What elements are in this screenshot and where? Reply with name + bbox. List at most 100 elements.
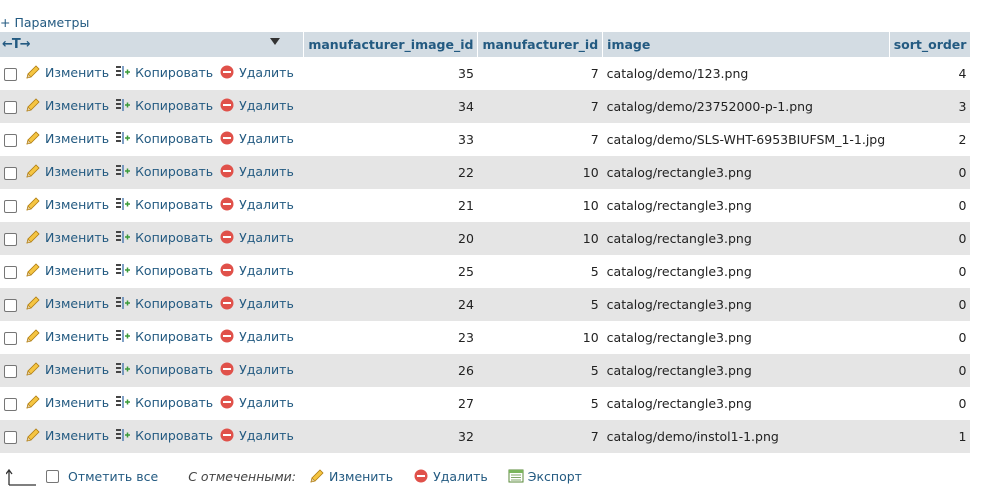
- row-checkbox[interactable]: [4, 167, 17, 180]
- edit-row-button[interactable]: Изменить: [25, 64, 109, 80]
- copy-row-button[interactable]: Копировать: [115, 97, 213, 113]
- copy-row-button[interactable]: Копировать: [115, 163, 213, 179]
- row-checkbox[interactable]: [4, 332, 17, 345]
- cell-manufacturer-id: 10: [477, 321, 603, 354]
- cell-image: catalog/demo/123.png: [602, 57, 890, 90]
- copy-label: Копировать: [135, 427, 214, 443]
- row-checkbox[interactable]: [4, 266, 17, 279]
- row-checkbox[interactable]: [4, 299, 17, 312]
- edit-row-button[interactable]: Изменить: [25, 97, 109, 113]
- delete-icon: [220, 164, 234, 178]
- copy-row-button[interactable]: Копировать: [115, 262, 213, 278]
- copy-row-button[interactable]: Копировать: [115, 130, 213, 146]
- pencil-icon: [26, 395, 40, 409]
- copy-row-button[interactable]: Копировать: [115, 295, 213, 311]
- cell-manufacturer-id: 5: [477, 387, 603, 420]
- edit-row-button[interactable]: Изменить: [25, 262, 109, 278]
- delete-row-button[interactable]: Удалить: [219, 196, 294, 212]
- row-checkbox[interactable]: [4, 134, 17, 147]
- copy-label: Копировать: [135, 163, 214, 179]
- row-checkbox-cell: [0, 321, 21, 354]
- row-checkbox[interactable]: [4, 200, 17, 213]
- row-checkbox[interactable]: [4, 365, 17, 378]
- cell-manufacturer-id: 10: [477, 222, 603, 255]
- table-row: Изменить Копировать Удалить 35 7 catalog/demo…: [0, 57, 971, 90]
- copy-row-button[interactable]: Копировать: [115, 361, 213, 377]
- column-resize-arrows-icon[interactable]: ←T→: [2, 37, 31, 52]
- delete-row-button[interactable]: Удалить: [219, 97, 294, 113]
- edit-label: Изменить: [45, 361, 110, 377]
- delete-row-button[interactable]: Удалить: [219, 394, 294, 410]
- row-actions-cell: Изменить Копировать Удалить: [21, 90, 304, 123]
- options-toggle[interactable]: + Параметры: [0, 14, 89, 32]
- column-header-manufacturer-id[interactable]: manufacturer_id: [477, 32, 603, 57]
- sort-dropdown-icon[interactable]: [270, 38, 280, 46]
- copy-row-button[interactable]: Копировать: [115, 64, 213, 80]
- column-header-sort-order[interactable]: sort_order: [888, 32, 971, 57]
- row-checkbox[interactable]: [4, 101, 17, 114]
- copy-icon: [116, 231, 131, 243]
- copy-row-button[interactable]: Копировать: [115, 427, 213, 443]
- edit-row-button[interactable]: Изменить: [25, 361, 109, 377]
- delete-label: Удалить: [239, 229, 294, 245]
- edit-row-button[interactable]: Изменить: [25, 328, 109, 344]
- copy-label: Копировать: [135, 64, 214, 80]
- edit-label: Изменить: [45, 328, 110, 344]
- edit-row-button[interactable]: Изменить: [25, 427, 109, 443]
- delete-row-button[interactable]: Удалить: [219, 229, 294, 245]
- copy-icon: [116, 198, 131, 210]
- edit-row-button[interactable]: Изменить: [25, 229, 109, 245]
- check-all-label[interactable]: Отметить все: [68, 469, 158, 484]
- delete-icon: [220, 362, 234, 376]
- row-checkbox[interactable]: [4, 431, 17, 444]
- edit-row-button[interactable]: Изменить: [25, 163, 109, 179]
- delete-row-button[interactable]: Удалить: [219, 295, 294, 311]
- edit-row-button[interactable]: Изменить: [25, 295, 109, 311]
- delete-label: Удалить: [239, 394, 294, 410]
- copy-row-button[interactable]: Копировать: [115, 328, 213, 344]
- bulk-export-button[interactable]: Экспорт: [508, 468, 582, 484]
- delete-icon: [220, 131, 234, 145]
- check-all-checkbox[interactable]: [46, 469, 59, 483]
- bulk-edit-button[interactable]: Изменить: [309, 468, 393, 484]
- edit-label: Изменить: [45, 97, 110, 113]
- delete-row-button[interactable]: Удалить: [219, 163, 294, 179]
- row-checkbox[interactable]: [4, 398, 17, 411]
- row-checkbox-cell: [0, 354, 21, 387]
- delete-row-button[interactable]: Удалить: [219, 262, 294, 278]
- copy-row-button[interactable]: Копировать: [115, 196, 213, 212]
- delete-row-button[interactable]: Удалить: [219, 328, 294, 344]
- copy-row-button[interactable]: Копировать: [115, 229, 213, 245]
- export-icon: [508, 469, 524, 483]
- pencil-icon: [26, 296, 40, 310]
- row-checkbox[interactable]: [4, 233, 17, 246]
- delete-row-button[interactable]: Удалить: [219, 130, 294, 146]
- cell-manufacturer-id: 7: [477, 420, 603, 453]
- row-checkbox-cell: [0, 189, 21, 222]
- edit-row-button[interactable]: Изменить: [25, 196, 109, 212]
- cell-image: catalog/demo/23752000-p-1.png: [602, 90, 890, 123]
- row-actions-cell: Изменить Копировать Удалить: [21, 354, 304, 387]
- column-header-manufacturer-image-id[interactable]: manufacturer_image_id: [303, 32, 478, 57]
- edit-row-button[interactable]: Изменить: [25, 130, 109, 146]
- delete-row-button[interactable]: Удалить: [219, 361, 294, 377]
- bulk-delete-button[interactable]: Удалить: [413, 468, 488, 484]
- copy-row-button[interactable]: Копировать: [115, 394, 213, 410]
- bulk-actions-bar: Отметить все С отмеченными: Изменить Уда…: [0, 462, 582, 490]
- row-checkbox-cell: [0, 420, 21, 453]
- table-row: Изменить Копировать Удалить 32 7 catalog/demo…: [0, 420, 971, 453]
- row-actions-cell: Изменить Копировать Удалить: [21, 189, 304, 222]
- delete-icon: [220, 428, 234, 442]
- row-checkbox-cell: [0, 222, 21, 255]
- cell-image: catalog/rectangle3.png: [602, 189, 890, 222]
- delete-icon: [220, 296, 234, 310]
- delete-icon: [220, 329, 234, 343]
- delete-row-button[interactable]: Удалить: [219, 64, 294, 80]
- column-header-image[interactable]: image: [602, 32, 890, 57]
- delete-row-button[interactable]: Удалить: [219, 427, 294, 443]
- row-checkbox[interactable]: [4, 68, 17, 81]
- edit-row-button[interactable]: Изменить: [25, 394, 109, 410]
- delete-icon: [220, 230, 234, 244]
- cell-manufacturer-id: 7: [477, 123, 603, 156]
- cell-image: catalog/rectangle3.png: [602, 354, 890, 387]
